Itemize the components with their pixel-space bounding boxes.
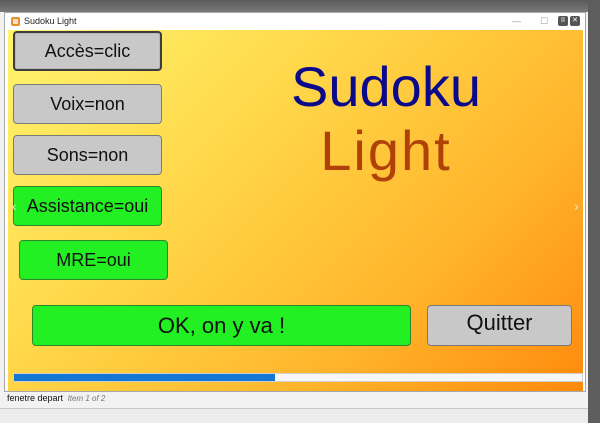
app-icon <box>11 17 20 26</box>
quitter-button[interactable]: Quitter <box>427 305 572 346</box>
bottom-strip <box>0 408 588 423</box>
background-strip <box>0 0 600 12</box>
title-bar[interactable]: Sudoku Light — ☐ II ✕ <box>5 13 585 30</box>
minimize-button[interactable]: — <box>512 15 521 27</box>
status-bar: fenetre depart Item 1 of 2 <box>7 393 105 403</box>
assistance-button[interactable]: Assistance=oui <box>13 186 162 226</box>
app-frame: Sudoku Light — ☐ II ✕ Accès=clic Voix=no… <box>0 12 588 408</box>
ok-start-button[interactable]: OK, on y va ! <box>32 305 411 346</box>
right-scrollbar-area <box>588 0 600 423</box>
voix-button[interactable]: Voix=non <box>13 84 162 124</box>
pause-button[interactable]: II <box>558 16 568 26</box>
status-item-count: Item 1 of 2 <box>67 394 106 403</box>
progress-bar <box>13 373 583 382</box>
previous-arrow-icon[interactable]: ‹ <box>12 198 17 214</box>
maximize-button[interactable]: ☐ <box>540 15 548 27</box>
mre-button[interactable]: MRE=oui <box>19 240 168 280</box>
start-screen: Accès=clic Voix=non Sons=non Assistance=… <box>8 30 583 391</box>
window-title: Sudoku Light <box>24 16 77 26</box>
status-label: fenetre depart <box>7 393 64 403</box>
sons-button[interactable]: Sons=non <box>13 135 162 175</box>
close-button[interactable]: ✕ <box>570 16 580 26</box>
acces-button[interactable]: Accès=clic <box>13 31 162 71</box>
progress-fill <box>14 374 276 381</box>
title-sudoku: Sudoku <box>291 55 481 118</box>
next-arrow-icon[interactable]: › <box>574 198 579 214</box>
title-light: Light <box>320 119 452 182</box>
sudoku-window: Sudoku Light — ☐ II ✕ Accès=clic Voix=no… <box>4 12 586 392</box>
